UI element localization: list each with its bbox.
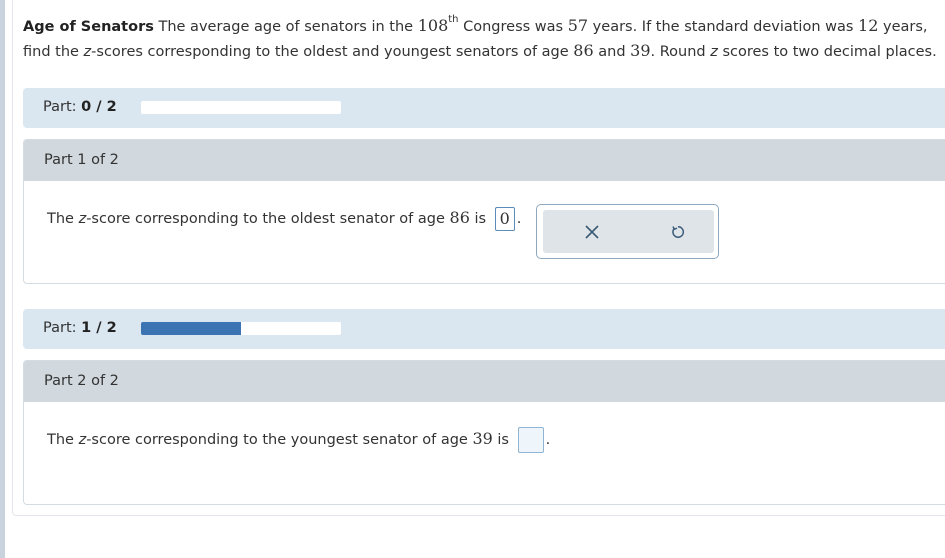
problem-text: years. If the standard deviation was bbox=[588, 19, 859, 35]
progress-fill bbox=[141, 322, 241, 335]
question-text: The bbox=[47, 211, 79, 227]
part-2-panel: Part 2 of 2 The z-score corresponding to… bbox=[23, 360, 945, 505]
period: . bbox=[516, 211, 522, 227]
undo-icon bbox=[672, 226, 685, 238]
problem-text: The average age of senators in the bbox=[153, 19, 418, 35]
age-value: 86 bbox=[449, 208, 470, 227]
part-progress-label: Part: 0 / 2 bbox=[43, 99, 117, 115]
part-progress-bar-1: Part: 0 / 2 bbox=[23, 88, 945, 128]
problem-statement: Age of Senators The average age of senat… bbox=[23, 14, 938, 64]
answer-input-1[interactable]: 0 bbox=[494, 207, 515, 231]
part-progress-bar-2: Part: 1 / 2 bbox=[23, 309, 945, 349]
age-young-value: 39 bbox=[630, 41, 651, 60]
part-count: 1 / 2 bbox=[81, 320, 117, 336]
problem-text: . Round bbox=[650, 44, 711, 60]
sd-value: 12 bbox=[858, 16, 879, 35]
answer-input-2[interactable] bbox=[517, 427, 544, 453]
question-text: -score corresponding to the oldest senat… bbox=[86, 211, 450, 227]
problem-title: Age of Senators bbox=[23, 19, 154, 35]
part-count: 0 / 2 bbox=[81, 99, 117, 115]
question-text: -score corresponding to the youngest sen… bbox=[86, 432, 473, 448]
age-value: 39 bbox=[472, 429, 493, 448]
problem-text: Congress was bbox=[458, 19, 568, 35]
question-text: The bbox=[47, 432, 79, 448]
part-1-header: Part 1 of 2 bbox=[24, 140, 945, 181]
question-text: is bbox=[492, 432, 509, 448]
z-symbol: z bbox=[710, 44, 718, 60]
reset-button[interactable] bbox=[664, 220, 692, 244]
age-old-value: 86 bbox=[573, 41, 594, 60]
congress-number: 108 bbox=[417, 16, 449, 35]
tools-inner bbox=[543, 210, 714, 253]
clear-button[interactable] bbox=[578, 220, 606, 244]
mean-value: 57 bbox=[567, 16, 589, 35]
problem-text: -scores corresponding to the oldest and … bbox=[91, 44, 574, 60]
part-2-header: Part 2 of 2 bbox=[24, 361, 945, 402]
progress-track bbox=[141, 101, 341, 114]
part-label-text: Part: bbox=[43, 99, 77, 115]
left-rail bbox=[0, 0, 5, 558]
part-progress-label: Part: 1 / 2 bbox=[43, 320, 117, 336]
answer-tools-palette bbox=[536, 204, 719, 259]
question-text: is bbox=[469, 211, 487, 227]
problem-text: scores to two decimal places. bbox=[717, 44, 937, 60]
problem-text: and bbox=[593, 44, 631, 60]
close-icon bbox=[585, 225, 599, 239]
part-1-question: The z-score corresponding to the oldest … bbox=[47, 207, 521, 231]
part-heading: Part 2 of 2 bbox=[44, 373, 119, 389]
part-label-text: Part: bbox=[43, 320, 77, 336]
part-1-panel: Part 1 of 2 The z-score corresponding to… bbox=[23, 139, 945, 284]
part-heading: Part 1 of 2 bbox=[44, 152, 119, 168]
part-2-question: The z-score corresponding to the younges… bbox=[47, 427, 550, 453]
progress-track bbox=[141, 322, 341, 335]
congress-suffix: th bbox=[448, 14, 459, 26]
period: . bbox=[545, 432, 551, 448]
